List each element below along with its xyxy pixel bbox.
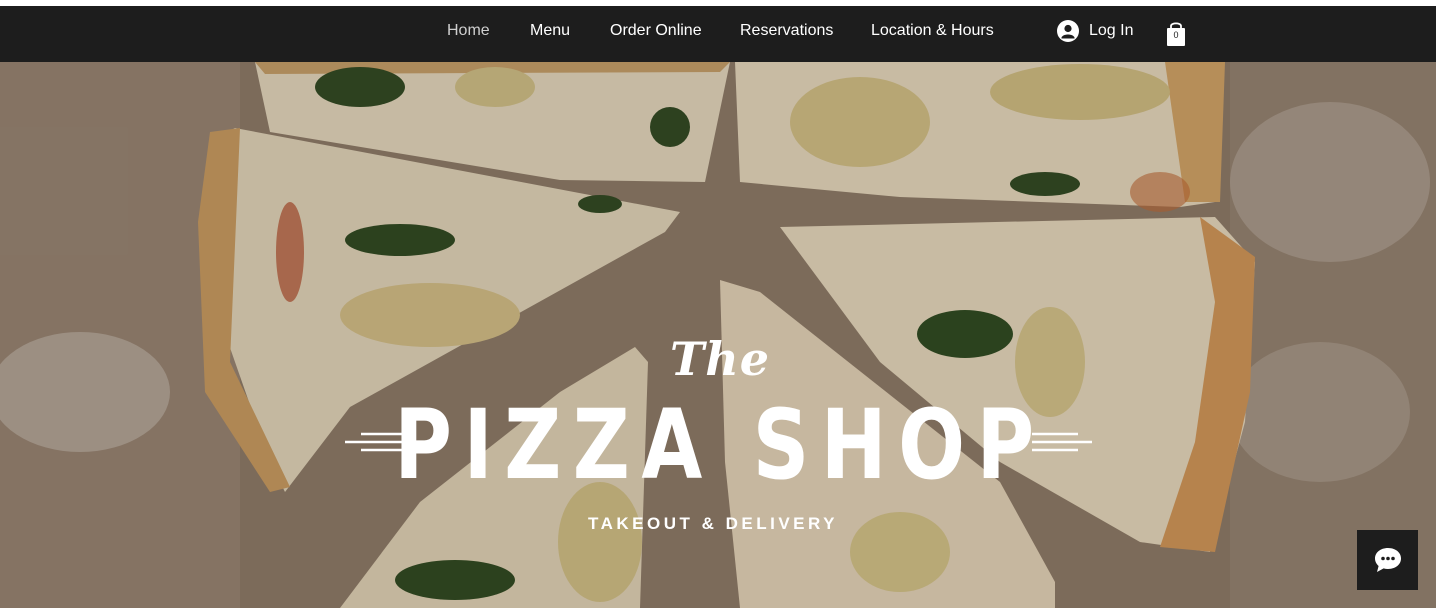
login-label: Log In — [1089, 22, 1134, 39]
chat-bubble-icon — [1374, 548, 1401, 572]
user-avatar-icon — [1057, 20, 1079, 42]
nav-reservations[interactable]: Reservations — [740, 6, 833, 62]
nav-menu[interactable]: Menu — [530, 6, 570, 62]
cart-button[interactable]: 0 — [1164, 20, 1188, 48]
chat-button[interactable] — [1357, 530, 1418, 590]
cart-count: 0 — [1173, 30, 1179, 40]
login-button[interactable]: Log In — [1057, 6, 1133, 62]
nav-home[interactable]: Home — [447, 6, 490, 62]
nav-order-online[interactable]: Order Online — [610, 6, 702, 62]
site-header: Home Menu Order Online Reservations Loca… — [0, 6, 1436, 62]
hero-subtitle: TAKEOUT & DELIVERY — [587, 514, 838, 533]
nav-location-hours[interactable]: Location & Hours — [871, 6, 994, 62]
hero-banner: The PIZZA SHOP TAKEOUT & DELIVERY — [0, 62, 1436, 608]
hero-title: PIZZA SHOP — [394, 389, 1046, 501]
hero-title-the: The — [670, 332, 770, 386]
